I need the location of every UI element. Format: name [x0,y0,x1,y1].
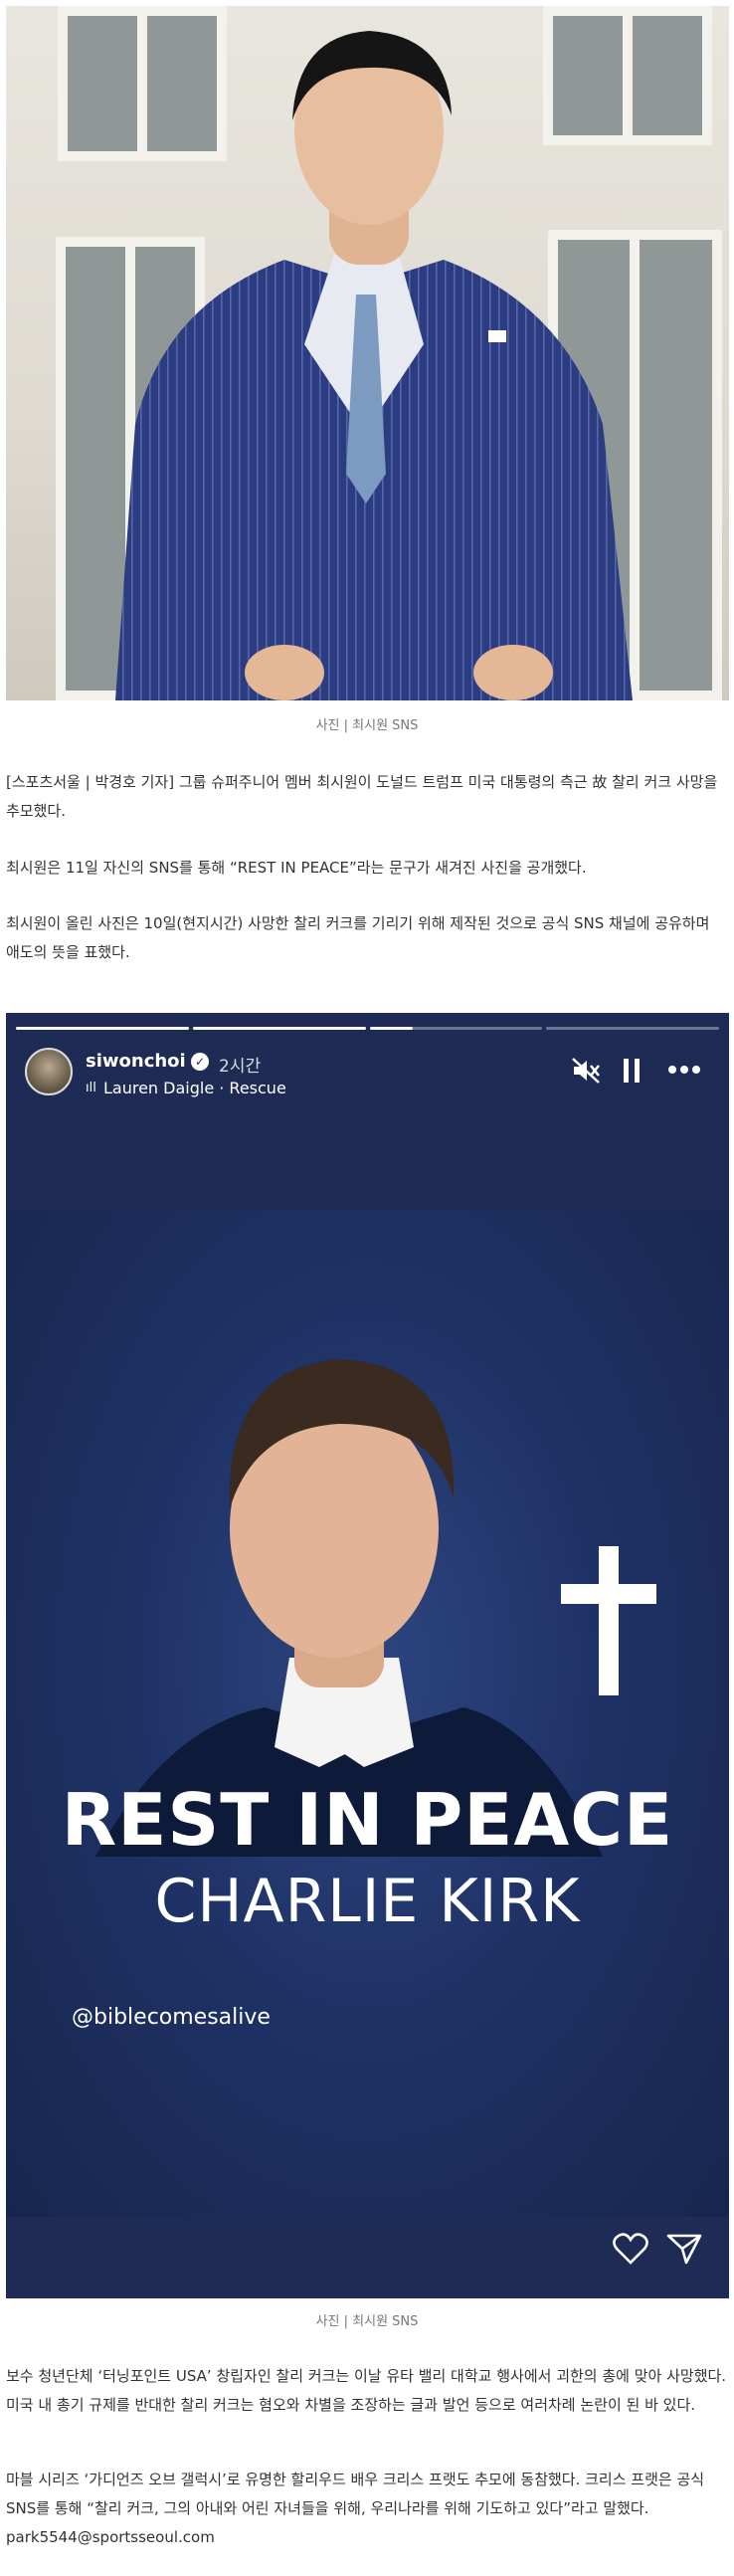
mute-icon[interactable] [571,1057,601,1085]
person-figure [115,31,633,700]
avatar[interactable] [25,1048,73,1095]
source-handle: @biblecomesalive [72,2005,271,2030]
article-paragraph: [스포츠서울 | 박경호 기자] 그룹 슈퍼주니어 멤버 최시원이 도널드 트럼… [6,773,718,820]
send-icon[interactable] [666,2233,702,2265]
more-icon[interactable] [667,1065,701,1075]
music-bars-icon: ıll [86,1081,96,1095]
photo-caption: 사진 | 최시원 SNS [315,718,419,733]
story-time: 2시간 [219,1057,262,1077]
instagram-story: siwonchoi ✓ 2시간 ıll Lauren Daigle · Resc… [6,1013,729,2298]
story-progress-segment [546,1027,719,1030]
portrait-figure [95,1359,603,1857]
article-paragraph: 마블 시리즈 ‘가디언즈 오브 갤럭시’로 유명한 할리우드 배우 크리스 프랫… [6,2471,705,2546]
story-progress-fill [369,1027,413,1030]
siwon-photo [6,6,729,700]
article-paragraph: 최시원은 11일 자신의 SNS를 통해 “REST IN PEACE”라는 문… [6,859,587,877]
pause-icon[interactable] [622,1059,642,1083]
story-caption: 사진 | 최시원 SNS [315,2314,419,2329]
rip-title: REST IN PEACE [61,1778,674,1862]
story-username[interactable]: siwonchoi [86,1051,186,1072]
story-progress-fill [192,1027,366,1030]
rip-name: CHARLIE KIRK [154,1867,581,1936]
article-paragraph: 보수 청년단체 ‘터닝포인트 USA’ 창립자인 찰리 커크는 이날 유타 밸리… [6,2367,727,2414]
article-paragraph: 최시원이 올린 사진은 10일(현지시간) 사망한 찰리 커크를 기리기 위해 … [6,914,710,961]
verified-icon: ✓ [191,1053,209,1071]
story-progress-fill [16,1027,189,1030]
story-music[interactable]: Lauren Daigle · Rescue [103,1079,286,1097]
memorial-artwork [6,1210,729,2217]
cross-icon [561,1546,656,1695]
heart-icon[interactable] [613,2233,648,2265]
